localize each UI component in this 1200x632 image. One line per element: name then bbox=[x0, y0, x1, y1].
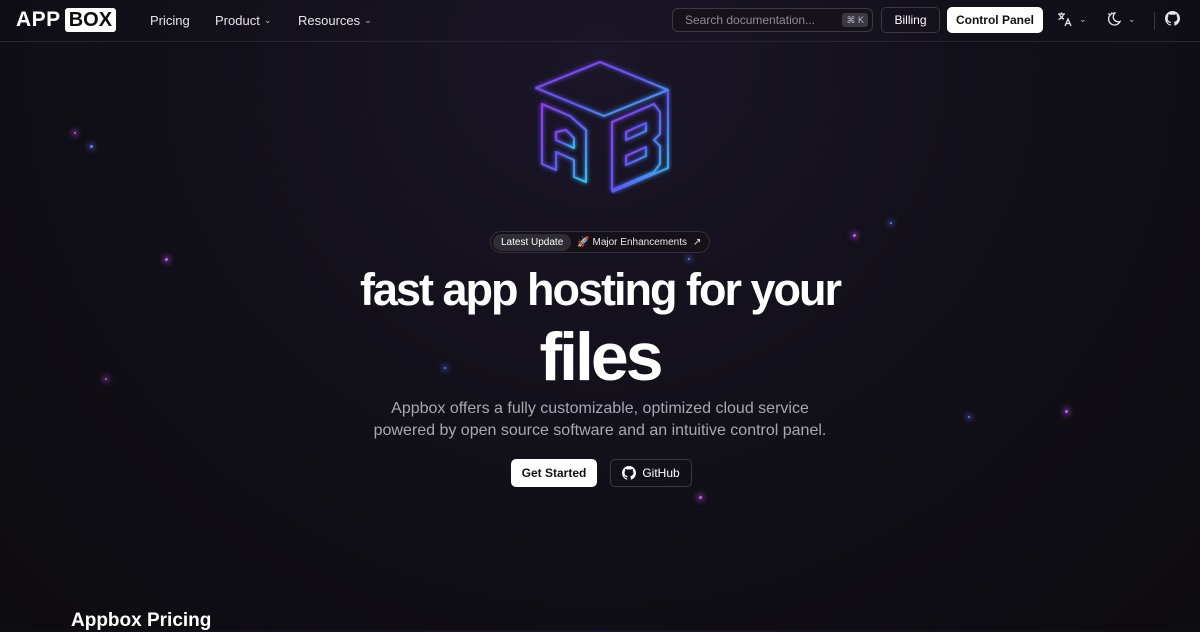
arrow-up-right-icon: ↗ bbox=[693, 236, 702, 248]
github-button-label: GitHub bbox=[642, 466, 680, 480]
appbox-cube-logo bbox=[534, 60, 670, 194]
github-icon bbox=[622, 466, 637, 480]
brand-logo-box: BOX bbox=[64, 8, 117, 32]
brand-logo-app: APP bbox=[16, 8, 61, 31]
theme-icon bbox=[1107, 12, 1122, 26]
github-button[interactable]: GitHub bbox=[610, 459, 692, 487]
translate-icon bbox=[1058, 12, 1072, 27]
billing-button[interactable]: Billing bbox=[881, 7, 940, 33]
navbar-divider bbox=[1154, 12, 1155, 30]
control-panel-button[interactable]: Control Panel bbox=[947, 7, 1043, 33]
language-selector[interactable]: ⌄ bbox=[1057, 11, 1087, 27]
hero-subtitle-line-1: Appbox offers a fully customizable, opti… bbox=[391, 400, 809, 417]
pricing-section-title: Appbox Pricing bbox=[71, 610, 212, 631]
chevron-down-icon: ⌄ bbox=[1079, 13, 1087, 24]
latest-update-tag: Latest Update bbox=[493, 233, 572, 251]
chevron-down-icon: ⌄ bbox=[364, 15, 372, 25]
hero-subtitle-line-2: powered by open source software and an i… bbox=[373, 422, 827, 439]
brand-logo[interactable]: APP BOX bbox=[16, 8, 117, 32]
background-star bbox=[890, 222, 892, 224]
background-star bbox=[853, 234, 856, 237]
background-star bbox=[74, 132, 76, 134]
theme-selector[interactable]: ⌄ bbox=[1106, 11, 1136, 27]
get-started-button[interactable]: Get Started bbox=[511, 459, 597, 487]
background-star bbox=[90, 145, 93, 148]
latest-update-badge[interactable]: Latest Update 🚀 Major Enhancements ↗ bbox=[490, 231, 711, 253]
top-navbar: APP BOX Pricing Product ⌄ Resources ⌄ Se… bbox=[0, 0, 1200, 42]
nav-product-menu[interactable]: Product ⌄ bbox=[215, 13, 271, 28]
background-star bbox=[699, 496, 702, 499]
search-placeholder: Search documentation... bbox=[685, 13, 816, 27]
hero-subtitle: Appbox offers a fully customizable, opti… bbox=[0, 398, 1200, 442]
nav-resources-label: Resources bbox=[298, 13, 361, 28]
hero-title-line-2: files bbox=[539, 319, 663, 395]
github-link[interactable] bbox=[1165, 11, 1180, 26]
chevron-down-icon: ⌄ bbox=[1128, 13, 1136, 24]
nav-pricing-link[interactable]: Pricing bbox=[150, 13, 190, 28]
search-shortcut-badge: ⌘ K bbox=[842, 13, 868, 27]
hero-title-line-1: fast app hosting for your bbox=[359, 264, 842, 315]
nav-pricing-label: Pricing bbox=[150, 13, 190, 28]
search-input[interactable]: Search documentation... ⌘ K bbox=[672, 8, 873, 32]
major-enhancements-text: 🚀 Major Enhancements bbox=[577, 236, 687, 248]
nav-product-label: Product bbox=[215, 13, 260, 28]
background-star bbox=[165, 258, 168, 261]
github-icon bbox=[1165, 11, 1180, 26]
nav-resources-menu[interactable]: Resources ⌄ bbox=[298, 13, 372, 28]
chevron-down-icon: ⌄ bbox=[263, 15, 272, 25]
background-star bbox=[688, 258, 690, 260]
